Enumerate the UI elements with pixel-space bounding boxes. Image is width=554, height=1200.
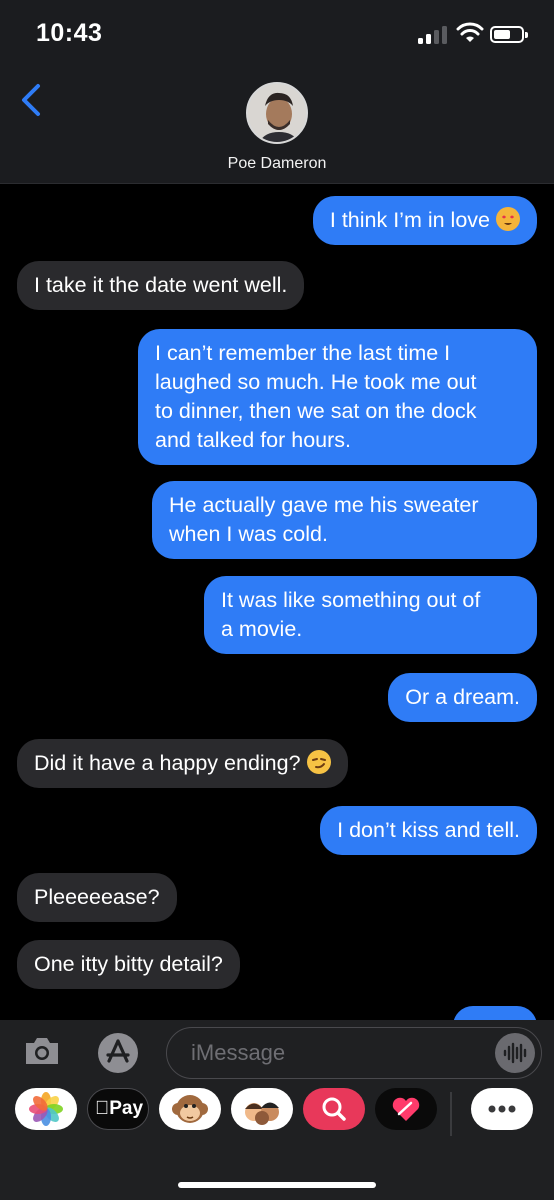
- sent-message-bubble-partial[interactable]: [453, 1006, 537, 1020]
- contact-avatar[interactable]: [246, 82, 308, 144]
- message-line: It was like something out of: [221, 588, 481, 612]
- message-text: I don’t kiss and tell.: [337, 818, 520, 842]
- imessage-input[interactable]: iMessage: [166, 1027, 542, 1079]
- photos-app-icon[interactable]: [15, 1088, 77, 1130]
- message-text: I think I’m in love: [329, 208, 490, 232]
- message-line: to dinner, then we sat on the dock: [155, 399, 477, 423]
- received-message-bubble[interactable]: Pleeeeease?: [17, 873, 177, 922]
- battery-level: [494, 30, 510, 39]
- message-text: I take it the date went well.: [34, 273, 288, 297]
- contact-photo: [248, 84, 306, 142]
- home-indicator[interactable]: [178, 1182, 376, 1188]
- sent-message-bubble[interactable]: I think I’m in love: [312, 196, 537, 245]
- app-store-icon[interactable]: [94, 1031, 142, 1075]
- more-apps-icon[interactable]: [471, 1088, 533, 1130]
- message-line: and talked for hours.: [155, 428, 352, 452]
- message-line: when I was cold.: [169, 522, 328, 546]
- sent-message-bubble[interactable]: Or a dream.: [388, 673, 537, 722]
- smirk-emoji-icon: [306, 750, 331, 774]
- battery-icon: [490, 26, 528, 43]
- memoji-app-icon[interactable]: [231, 1088, 293, 1130]
- message-line: a movie.: [221, 617, 303, 641]
- received-message-bubble[interactable]: Did it have a happy ending?: [17, 739, 348, 788]
- message-line: He actually gave me his sweater: [169, 493, 479, 517]
- sent-message-bubble[interactable]: It was like something out of a movie.: [204, 576, 537, 654]
- message-text: Pleeeeease?: [34, 885, 160, 909]
- received-message-bubble[interactable]: One itty bitty detail?: [17, 940, 240, 989]
- drawer-divider: [450, 1092, 452, 1136]
- status-time: 10:43: [36, 19, 103, 47]
- status-icons: [418, 22, 528, 46]
- message-line: laughed so much. He took me out: [155, 370, 477, 394]
- back-chevron-icon[interactable]: [14, 80, 50, 120]
- message-text: One itty bitty detail?: [34, 952, 223, 976]
- images-search-app-icon[interactable]: [303, 1088, 365, 1130]
- apple-pay-app-icon[interactable]: Pay: [87, 1088, 149, 1130]
- app-drawer: Pay: [0, 1088, 554, 1158]
- sent-message-bubble[interactable]: I can’t remember the last time I laughed…: [138, 329, 537, 465]
- imessage-placeholder: iMessage: [191, 1040, 286, 1065]
- message-text: Or a dream.: [405, 685, 520, 709]
- sent-message-bubble[interactable]: I don’t kiss and tell.: [320, 806, 537, 855]
- audio-waveform-icon[interactable]: [495, 1033, 535, 1073]
- digital-touch-app-icon[interactable]: [375, 1088, 437, 1130]
- message-thread[interactable]: I think I’m in love I take it the date w…: [0, 184, 554, 1020]
- apple-pay-label: Pay: [95, 1098, 143, 1119]
- received-message-bubble[interactable]: I take it the date went well.: [17, 261, 305, 310]
- wifi-icon: [456, 22, 484, 42]
- cellular-signal-icon: [418, 26, 448, 44]
- monkey-animoji-app-icon[interactable]: [159, 1088, 221, 1130]
- message-text: Did it have a happy ending?: [34, 751, 301, 775]
- message-line: I can’t remember the last time I: [155, 341, 451, 365]
- conversation-header: 10:43 Poe Dameron: [0, 0, 554, 184]
- sent-message-bubble[interactable]: He actually gave me his sweater when I w…: [152, 481, 537, 559]
- contact-name[interactable]: Poe Dameron: [0, 155, 554, 173]
- heart-eyes-cat-emoji-icon: [496, 207, 520, 231]
- camera-icon[interactable]: [22, 1033, 62, 1069]
